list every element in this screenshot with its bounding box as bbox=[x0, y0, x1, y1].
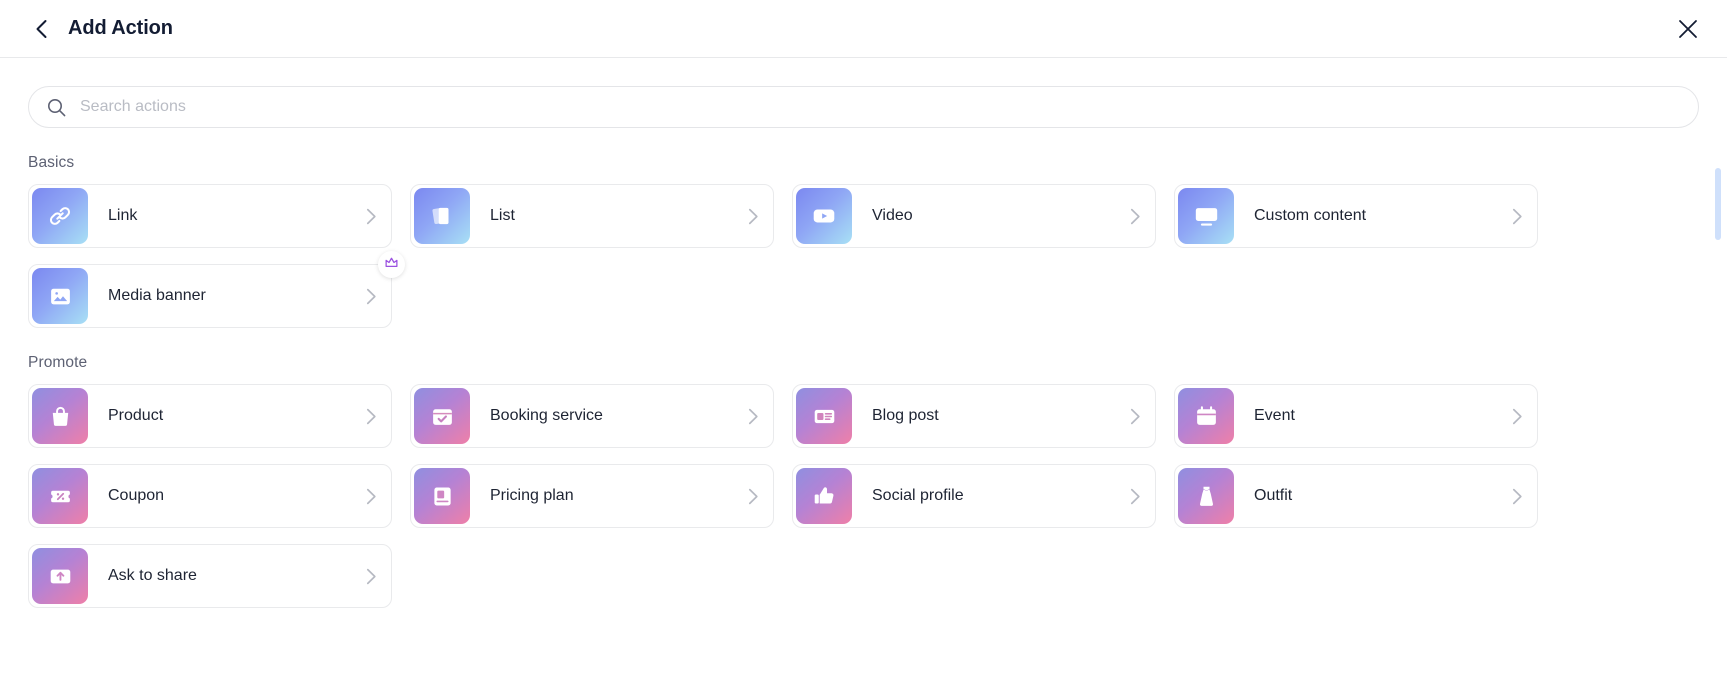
close-button[interactable] bbox=[1673, 14, 1703, 44]
back-button[interactable] bbox=[28, 16, 54, 42]
chevron-right-icon bbox=[748, 408, 759, 425]
chevron-right-icon bbox=[366, 568, 377, 585]
action-grid: Link List Video Custom content Media banner bbox=[28, 184, 1699, 328]
action-card-label: Pricing plan bbox=[490, 487, 574, 504]
action-card[interactable]: Custom content bbox=[1174, 184, 1538, 248]
sections-container: Basics Link List Video Custom content Media b… bbox=[28, 154, 1699, 608]
action-card-label: Outfit bbox=[1254, 487, 1293, 504]
action-card-label: Social profile bbox=[872, 487, 964, 504]
add-action-panel: Add Action Basics Link List Video Custom con… bbox=[0, 0, 1727, 697]
chevron-left-icon bbox=[36, 19, 46, 38]
action-card[interactable]: Social profile bbox=[792, 464, 1156, 528]
action-card-label: Custom content bbox=[1254, 207, 1367, 224]
action-card[interactable]: Link bbox=[28, 184, 392, 248]
action-card[interactable]: Event bbox=[1174, 384, 1538, 448]
action-card[interactable]: Product bbox=[28, 384, 392, 448]
chevron-right-icon bbox=[1512, 408, 1523, 425]
action-card-label: Media banner bbox=[108, 287, 206, 304]
chevron-right-icon bbox=[1512, 488, 1523, 505]
article-icon bbox=[796, 388, 852, 444]
chevron-right-icon bbox=[1512, 208, 1523, 225]
link-icon bbox=[32, 188, 88, 244]
premium-badge[interactable] bbox=[378, 251, 405, 278]
dress-icon bbox=[1178, 468, 1234, 524]
chevron-right-icon bbox=[366, 208, 377, 225]
action-card-label: List bbox=[490, 207, 515, 224]
search-icon bbox=[47, 98, 66, 117]
scrollbar-thumb[interactable] bbox=[1715, 168, 1721, 240]
action-card-label: Ask to share bbox=[108, 567, 197, 584]
action-card[interactable]: Ask to share bbox=[28, 544, 392, 608]
action-card-label: Event bbox=[1254, 407, 1295, 424]
action-card[interactable]: Media banner bbox=[28, 251, 405, 328]
monitor-icon bbox=[1178, 188, 1234, 244]
action-card[interactable]: Pricing plan bbox=[410, 464, 774, 528]
chevron-right-icon bbox=[1130, 488, 1141, 505]
close-icon bbox=[1679, 19, 1697, 38]
chevron-right-icon bbox=[1130, 408, 1141, 425]
section-title: Promote bbox=[28, 354, 88, 371]
chevron-right-icon bbox=[748, 488, 759, 505]
section-promote: Promote Product Booking service Blog post Ev… bbox=[28, 354, 1699, 608]
ticket-percent-icon bbox=[32, 468, 88, 524]
panel-header: Add Action bbox=[0, 0, 1727, 58]
action-card[interactable]: List bbox=[410, 184, 774, 248]
action-card-label: Video bbox=[872, 207, 913, 224]
action-card-label: Blog post bbox=[872, 407, 939, 424]
action-card-label: Booking service bbox=[490, 407, 603, 424]
chevron-right-icon bbox=[366, 488, 377, 505]
calendar-check-icon bbox=[414, 388, 470, 444]
search-bar[interactable] bbox=[28, 86, 1699, 128]
cards-stack-icon bbox=[414, 188, 470, 244]
video-play-icon bbox=[796, 188, 852, 244]
calendar-icon bbox=[1178, 388, 1234, 444]
crown-icon bbox=[384, 255, 399, 275]
action-card-label: Coupon bbox=[108, 487, 165, 504]
action-card[interactable]: Blog post bbox=[792, 384, 1156, 448]
section-title: Basics bbox=[28, 154, 75, 171]
thumbs-up-icon bbox=[796, 468, 852, 524]
panel-body: Basics Link List Video Custom content Media b… bbox=[0, 58, 1727, 697]
page-title: Add Action bbox=[68, 17, 173, 39]
shopping-bag-icon bbox=[32, 388, 88, 444]
action-card[interactable]: Outfit bbox=[1174, 464, 1538, 528]
chevron-right-icon bbox=[366, 288, 377, 305]
action-card-label: Product bbox=[108, 407, 164, 424]
search-input[interactable] bbox=[80, 98, 1680, 116]
vertical-scrollbar[interactable] bbox=[1715, 150, 1721, 640]
action-card[interactable]: Video bbox=[792, 184, 1156, 248]
action-card-label: Link bbox=[108, 207, 138, 224]
action-card[interactable]: Coupon bbox=[28, 464, 392, 528]
share-image-icon bbox=[32, 548, 88, 604]
section-basics: Basics Link List Video Custom content Media b… bbox=[28, 154, 1699, 328]
chevron-right-icon bbox=[1130, 208, 1141, 225]
action-card[interactable]: Booking service bbox=[410, 384, 774, 448]
chevron-right-icon bbox=[748, 208, 759, 225]
image-icon bbox=[32, 268, 88, 324]
chevron-right-icon bbox=[366, 408, 377, 425]
action-grid: Product Booking service Blog post Event Coup… bbox=[28, 384, 1699, 608]
pricing-card-icon bbox=[414, 468, 470, 524]
